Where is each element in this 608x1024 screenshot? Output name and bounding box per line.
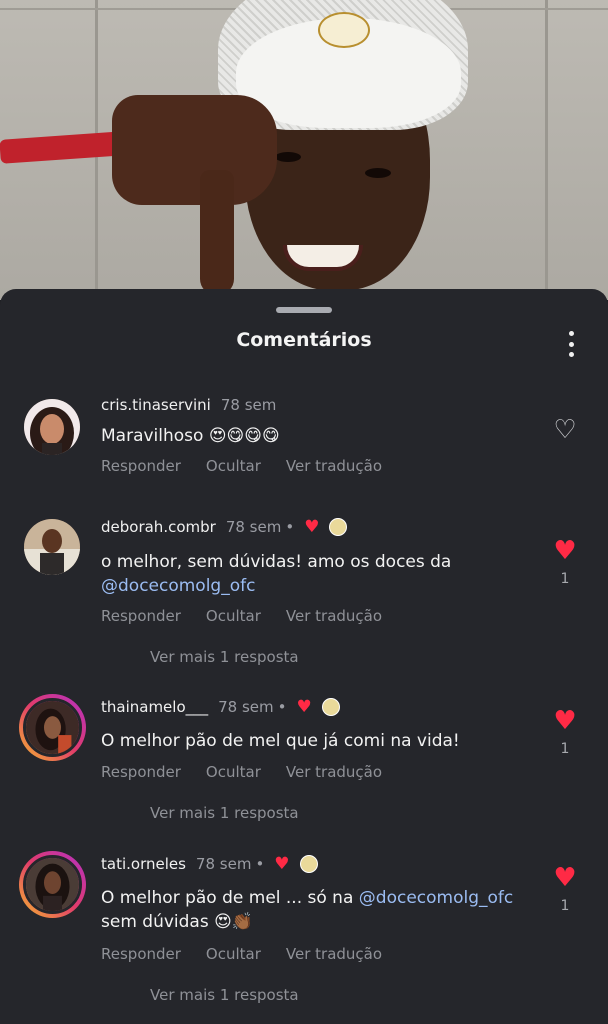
comment-text: O melhor pão de mel que já comi na vida!	[101, 729, 531, 753]
avatar-story-ring[interactable]	[19, 851, 86, 918]
hide-button[interactable]: Ocultar	[206, 763, 261, 781]
hide-button[interactable]: Ocultar	[206, 457, 261, 475]
like-count: 1	[560, 898, 570, 914]
comments-sheet: Comentários cris.tinaservini 78 sem Mara…	[0, 289, 608, 1024]
hide-button[interactable]: Ocultar	[206, 945, 261, 963]
heart-outline-icon: ♡	[553, 415, 577, 445]
creator-liked-heart-icon: ♥	[304, 517, 320, 537]
avatar[interactable]	[24, 399, 80, 455]
comment-time: 78 sem	[218, 698, 274, 716]
like-button[interactable]: ♥ 1	[550, 864, 580, 914]
comment-text: O melhor pão de mel ... só na @docecomol…	[101, 886, 531, 934]
reply-button[interactable]: Responder	[101, 945, 181, 963]
translate-button[interactable]: Ver tradução	[286, 763, 382, 781]
view-replies-button[interactable]: Ver mais 1 resposta	[150, 804, 299, 822]
comment-actions: Responder Ocultar Ver tradução	[101, 607, 382, 625]
comment-username[interactable]: tati.orneles	[101, 855, 186, 873]
comment-time: 78 sem	[195, 855, 252, 873]
cap-logo	[318, 12, 370, 48]
avatar-photo	[26, 701, 79, 754]
reply-button[interactable]: Responder	[101, 763, 181, 781]
heart-filled-icon: ♥	[553, 863, 577, 893]
translate-button[interactable]: Ver tradução	[286, 945, 382, 963]
view-replies-button[interactable]: Ver mais 1 resposta	[150, 648, 299, 666]
comment-time: 78 sem	[220, 396, 277, 414]
separator-dot: •	[277, 698, 287, 716]
like-count: 1	[560, 571, 570, 587]
creator-avatar	[299, 855, 318, 873]
comment-username[interactable]: cris.tinaservini	[101, 396, 211, 414]
post-photo	[0, 0, 608, 300]
mention-link[interactable]: @docecomolg_ofc	[101, 576, 255, 596]
comment-actions: Responder Ocultar Ver tradução	[101, 457, 382, 475]
comment-time: 78 sem	[225, 518, 282, 536]
chocolate-drip	[200, 170, 234, 295]
view-replies-button[interactable]: Ver mais 1 resposta	[150, 986, 299, 1004]
separator-dot: •	[255, 855, 265, 873]
comment-text: o melhor, sem dúvidas! amo os doces da @…	[101, 550, 531, 598]
creator-liked-heart-icon: ♥	[274, 854, 290, 874]
comment-meta: thainamelo___ 78 sem • ♥	[101, 697, 340, 717]
reply-button[interactable]: Responder	[101, 607, 181, 625]
creator-avatar	[321, 698, 340, 716]
sheet-title: Comentários	[236, 329, 372, 351]
comment-username[interactable]: thainamelo___	[101, 698, 208, 716]
comment-meta: cris.tinaservini 78 sem	[101, 396, 276, 414]
like-count: 1	[560, 741, 570, 757]
comment-body: Maravilhoso 😍😋😋😋	[101, 426, 280, 446]
comment-body: O melhor pão de mel ... só na	[101, 888, 354, 908]
like-button[interactable]: ♥ 1	[550, 707, 580, 757]
comment-actions: Responder Ocultar Ver tradução	[101, 945, 382, 963]
separator-dot: •	[285, 518, 295, 536]
reply-button[interactable]: Responder	[101, 457, 181, 475]
comment-body: o melhor, sem dúvidas! amo os doces da	[101, 552, 452, 572]
avatar-story-ring[interactable]	[19, 694, 86, 761]
sheet-grabber[interactable]	[276, 307, 332, 313]
comment-text: Maravilhoso 😍😋😋😋	[101, 424, 531, 448]
comment-meta: deborah.combr 78 sem • ♥	[101, 517, 348, 537]
heart-filled-icon: ♥	[553, 536, 577, 566]
chocolate-spatula	[112, 95, 277, 205]
translate-button[interactable]: Ver tradução	[286, 607, 382, 625]
creator-avatar	[329, 518, 348, 536]
more-options-icon[interactable]	[562, 331, 580, 357]
avatar[interactable]	[24, 519, 80, 575]
eye	[365, 168, 391, 178]
like-button[interactable]: ♥ 1	[550, 537, 580, 587]
comment-body: O melhor pão de mel que já comi na vida!	[101, 731, 460, 751]
eye	[275, 152, 301, 162]
avatar-photo	[26, 858, 79, 911]
translate-button[interactable]: Ver tradução	[286, 457, 382, 475]
comment-actions: Responder Ocultar Ver tradução	[101, 763, 382, 781]
comment-body-continued: sem dúvidas 😍👏🏾	[101, 912, 253, 932]
avatar-photo	[24, 519, 80, 575]
comment-username[interactable]: deborah.combr	[101, 518, 216, 536]
avatar-photo	[24, 399, 80, 455]
mention-link[interactable]: @docecomolg_ofc	[359, 888, 513, 908]
heart-filled-icon: ♥	[553, 706, 577, 736]
comment-meta: tati.orneles 78 sem • ♥	[101, 854, 318, 874]
wall-tile-seam	[545, 0, 548, 300]
hide-button[interactable]: Ocultar	[206, 607, 261, 625]
like-button[interactable]: ♡	[550, 416, 580, 444]
creator-liked-heart-icon: ♥	[296, 697, 312, 717]
